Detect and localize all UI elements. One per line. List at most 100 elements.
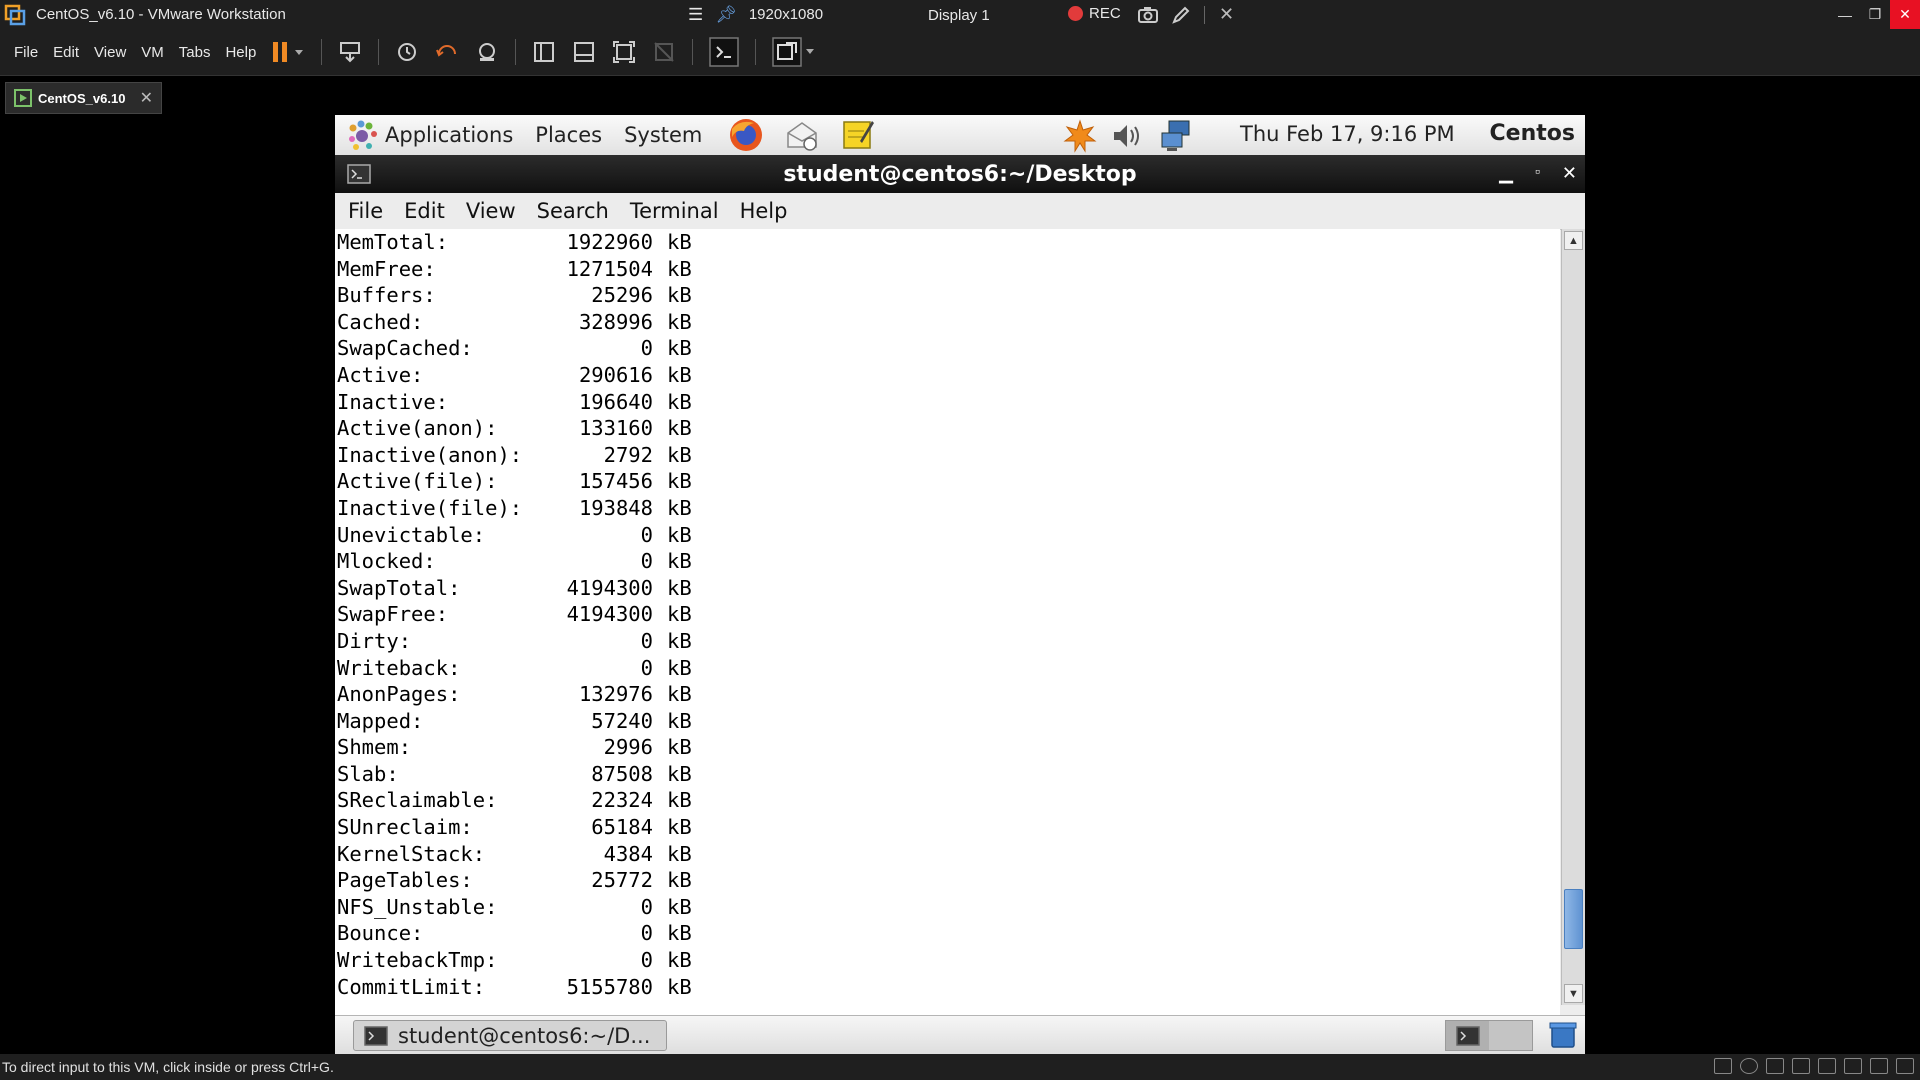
- scroll-down-icon[interactable]: ▼: [1564, 984, 1583, 1003]
- display-icon[interactable]: [1870, 1058, 1888, 1074]
- tab-close-icon[interactable]: ✕: [140, 88, 153, 108]
- update-notifier-icon[interactable]: [1063, 119, 1097, 153]
- terminal-line: Active(anon): 133160 kB: [337, 415, 1560, 442]
- meminfo-unit: kB: [667, 230, 692, 254]
- host-menu-vm[interactable]: VM: [141, 44, 164, 61]
- meminfo-value: 0: [640, 549, 653, 574]
- tab-centos-vm[interactable]: CentOS_v6.10 ✕: [5, 82, 162, 114]
- pin-icon[interactable]: 📌︎: [715, 5, 737, 25]
- stretch-guest-icon[interactable]: [772, 37, 816, 67]
- snapshot-manager-icon[interactable]: [475, 40, 499, 64]
- terminal-line: AnonPages: 132976 kB: [337, 681, 1560, 708]
- hard-disk-icon[interactable]: [1714, 1058, 1732, 1074]
- workspace-2[interactable]: [1489, 1021, 1532, 1050]
- printer-icon[interactable]: [1844, 1058, 1862, 1074]
- close-button[interactable]: ✕: [1890, 0, 1920, 29]
- send-keys-icon[interactable]: [338, 40, 362, 64]
- meminfo-key: Slab:: [337, 761, 399, 786]
- minimize-button[interactable]: —: [1830, 0, 1860, 29]
- terminal-window-icon[interactable]: [347, 164, 371, 184]
- terminal-scrollbar[interactable]: ▲ ▼: [1561, 229, 1585, 1005]
- meminfo-unit: kB: [667, 708, 692, 733]
- snapshot-icon[interactable]: [395, 40, 419, 64]
- terminal-maximize-icon[interactable]: ▫: [1535, 163, 1540, 184]
- message-icon[interactable]: [1896, 1058, 1914, 1074]
- host-menu-view[interactable]: View: [94, 44, 126, 61]
- restore-button[interactable]: ❐: [1860, 0, 1890, 29]
- cd-dvd-icon[interactable]: [1740, 1058, 1758, 1074]
- host-menu-edit[interactable]: Edit: [53, 44, 79, 61]
- gnome-foot-icon[interactable]: [347, 120, 377, 150]
- terminal-menu-file[interactable]: File: [348, 199, 383, 223]
- trash-icon[interactable]: [1548, 1020, 1578, 1050]
- thumbnail-view-icon[interactable]: [572, 40, 596, 64]
- menu-lines-icon[interactable]: ☰: [688, 5, 703, 25]
- meminfo-key: Dirty:: [337, 628, 412, 653]
- terminal-line: Active(file): 157456 kB: [337, 468, 1560, 495]
- workspace-1[interactable]: [1446, 1021, 1489, 1050]
- pen-icon[interactable]: [1172, 6, 1190, 24]
- revert-snapshot-icon[interactable]: [435, 40, 459, 64]
- sound-card-icon[interactable]: [1818, 1058, 1836, 1074]
- meminfo-key: Inactive(file):: [337, 495, 523, 520]
- pause-icon[interactable]: [271, 41, 305, 63]
- terminal-close-icon[interactable]: ✕: [1562, 163, 1577, 184]
- full-screen-icon[interactable]: [612, 40, 636, 64]
- terminal-menu-help[interactable]: Help: [740, 199, 788, 223]
- meminfo-key: Bounce:: [337, 921, 424, 946]
- rec-button[interactable]: REC: [1068, 5, 1121, 22]
- workspace-switcher[interactable]: [1445, 1020, 1533, 1051]
- terminal-line: WritebackTmp: 0 kB: [337, 947, 1560, 974]
- usb-icon[interactable]: [1792, 1058, 1810, 1074]
- network-adapter-icon[interactable]: [1766, 1058, 1784, 1074]
- notes-editor-icon[interactable]: [840, 117, 876, 153]
- meminfo-unit: kB: [667, 575, 692, 600]
- record-icon: [1068, 6, 1083, 21]
- terminal-menu-view[interactable]: View: [466, 199, 516, 223]
- panel-menu-places[interactable]: Places: [535, 123, 602, 147]
- scroll-up-icon[interactable]: ▲: [1564, 231, 1583, 250]
- meminfo-unit: kB: [667, 256, 692, 281]
- guest-screen[interactable]: Applications Places System Thu Feb 17, 9…: [335, 115, 1585, 1054]
- meminfo-value: 196640: [578, 389, 653, 414]
- host-menu-help[interactable]: Help: [225, 44, 256, 61]
- panel-user-name[interactable]: Centos: [1490, 121, 1575, 146]
- meminfo-key: NFS_Unstable:: [337, 894, 498, 919]
- meminfo-value: 0: [640, 921, 653, 946]
- gnome-top-panel: Applications Places System Thu Feb 17, 9…: [335, 115, 1585, 156]
- meminfo-value: 25772: [591, 868, 653, 893]
- terminal-minimize-icon[interactable]: ▁: [1499, 163, 1513, 184]
- terminal-output[interactable]: MemTotal: 1922960 kB MemFree: 1271504 kB Buffe…: [335, 229, 1560, 1054]
- close-bar-icon[interactable]: ✕: [1219, 4, 1234, 25]
- terminal-line: PageTables: 25772 kB: [337, 867, 1560, 894]
- toolbar-separator: [755, 39, 757, 65]
- panel-clock[interactable]: Thu Feb 17, 9:16 PM: [1240, 122, 1455, 146]
- console-view-icon[interactable]: [709, 37, 740, 67]
- meminfo-value: 0: [640, 522, 653, 547]
- host-menu-tabs[interactable]: Tabs: [179, 44, 211, 61]
- meminfo-unit: kB: [667, 815, 692, 840]
- volume-icon[interactable]: [1111, 121, 1145, 151]
- terminal-line: SwapFree: 4194300 kB: [337, 601, 1560, 628]
- camera-icon[interactable]: [1138, 6, 1158, 24]
- panel-menu-system[interactable]: System: [624, 123, 702, 147]
- network-icon[interactable]: [1159, 119, 1193, 153]
- meminfo-value: 2792: [603, 442, 653, 467]
- firefox-icon[interactable]: [728, 117, 764, 153]
- mail-client-icon[interactable]: [784, 117, 820, 153]
- terminal-title-bar[interactable]: student@centos6:~/Desktop ▁ ▫ ✕: [335, 155, 1585, 193]
- taskbar-terminal-button[interactable]: student@centos6:~/D...: [353, 1020, 667, 1051]
- host-menu-file[interactable]: File: [14, 44, 38, 61]
- meminfo-unit: kB: [667, 362, 692, 387]
- sidebar-view-icon[interactable]: [532, 40, 556, 64]
- terminal-menu-terminal[interactable]: Terminal: [630, 199, 719, 223]
- display-label[interactable]: Display 1: [928, 7, 990, 24]
- meminfo-unit: kB: [667, 522, 692, 547]
- meminfo-key: PageTables:: [337, 868, 473, 893]
- terminal-menu-edit[interactable]: Edit: [404, 199, 445, 223]
- meminfo-unit: kB: [667, 761, 692, 786]
- terminal-menu-search[interactable]: Search: [537, 199, 609, 223]
- meminfo-value: 290616: [578, 362, 653, 387]
- scroll-thumb[interactable]: [1564, 889, 1583, 949]
- panel-menu-applications[interactable]: Applications: [385, 123, 513, 147]
